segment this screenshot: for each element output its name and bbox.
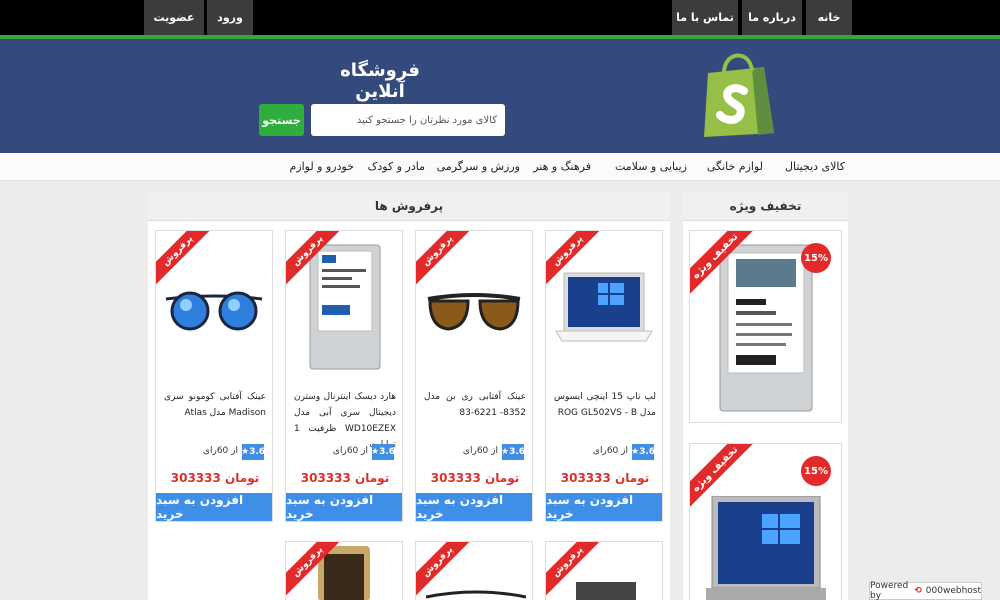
special-product-card[interactable]: تخفیف ویژه 15% [689,230,842,423]
rating-badge: ★ 3.6 [240,444,265,460]
star-icon: ★ [630,447,640,457]
bestsellers-title: پرفروش ها [148,191,670,221]
webhost-logo-icon: ⟲ [914,586,922,596]
product-name[interactable]: عینک آفتابی کومونو سری Madison مدل Atlas [164,389,266,421]
rating-count: از 60رای [202,446,238,456]
nav-about[interactable]: درباره ما [742,0,802,35]
powered-by-label: Powered by [870,581,909,600]
nav-login[interactable]: ورود [207,0,253,35]
laptop-image [555,272,653,342]
product-image [426,590,526,599]
star-icon: ★ [370,447,380,457]
product-name[interactable]: عینک آفتابی ری بن مدل 8352- 6221-83 [424,389,526,421]
star-icon: ★ [240,447,250,457]
rating-badge: ★ 3.6 [500,444,525,460]
hard-drive-image [719,244,813,412]
search-input[interactable] [311,104,505,136]
webhost-brand: 000webhost [925,586,981,596]
category-beauty-health[interactable]: زیبایی و سلامت [615,160,687,173]
add-to-cart-button[interactable]: افزودن به سبد خرید [286,493,402,521]
search-button[interactable]: جستجو [259,104,304,136]
nav-home[interactable]: خانه [806,0,852,35]
rating-count: از 60رای [592,446,628,456]
rating-badge: ★ 3.6 [370,444,395,460]
rating-count: از 60رای [462,446,498,456]
product-card[interactable]: پرفروش [285,541,403,600]
product-card[interactable]: پرفروش عینک آفتابی ری بن مدل 8352- 6221-… [415,230,533,522]
sunglasses-image [427,293,521,331]
add-to-cart-button[interactable]: افزودن به سبد خرید [416,493,532,521]
category-cars[interactable]: خودرو و لوازم [289,160,354,173]
laptop-image [706,496,826,600]
rating-count: از 60رای [332,446,368,456]
nav-contact[interactable]: تماس با ما [672,0,738,35]
product-card[interactable]: پرفروش عینک آفتابی کومونو سری Madison مد… [155,230,273,522]
add-to-cart-button[interactable]: افزودن به سبد خرید [546,493,662,521]
product-name[interactable]: لپ تاپ 15 اینچی ایسوس مدل ROG GL502VS - … [554,389,656,421]
hard-drive-image [309,244,381,370]
special-offer-title: تخفیف ویژه [683,191,848,221]
category-sports[interactable]: ورزش و سرگرمی [437,160,520,173]
nav-register[interactable]: عضویت [144,0,204,35]
site-title: فروشگاه آنلاین [340,60,420,102]
star-icon: ★ [500,447,510,457]
rating-badge: ★ 3.6 [630,444,655,460]
discount-badge: 15% [801,243,831,273]
shopping-bag-logo-icon[interactable] [700,43,780,141]
product-card[interactable]: پرفروش لپ تاپ 15 اینچی ایسوس مدل ROG GL5… [545,230,663,522]
product-price: 303333 تومان [300,471,390,485]
product-price: 303333 تومان [430,471,520,485]
category-digital[interactable]: کالای دیجیتال [785,160,845,173]
product-card[interactable]: پرفروش [415,541,533,600]
discount-badge: 15% [801,456,831,486]
add-to-cart-button[interactable]: افزودن به سبد خرید [156,493,272,521]
product-card[interactable]: پرفروش [545,541,663,600]
product-card[interactable]: پرفروش هارد دیسک اینترنال وسترن دیجیتال … [285,230,403,522]
product-image [576,582,636,600]
powered-by-badge[interactable]: Powered by ⟲ 000webhost [869,581,982,600]
product-price: 303333 تومان [170,471,260,485]
category-kids[interactable]: مادر و کودک [368,160,425,173]
category-culture-art[interactable]: فرهنگ و هنر [533,160,591,173]
special-product-card[interactable]: تخفیف ویژه 15% [689,443,842,600]
round-sunglasses-image [165,291,263,331]
category-home-appliances[interactable]: لوازم خانگی [707,160,763,173]
product-price: 303333 تومان [560,471,650,485]
